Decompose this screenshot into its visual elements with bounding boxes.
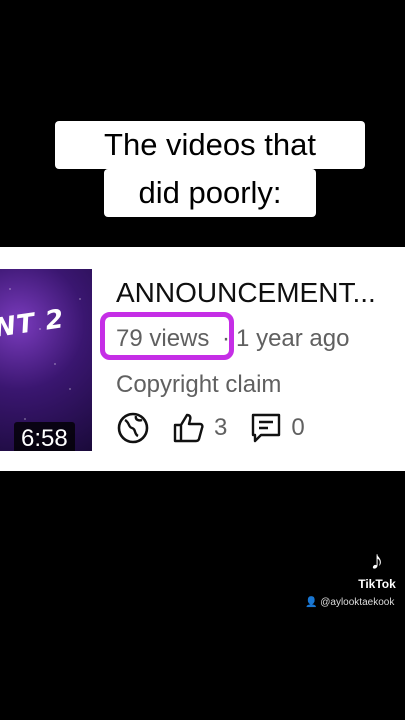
caption-line-1: The videos that [55,121,365,169]
user-icon: 👤 [305,597,318,608]
tiktok-logo-icon: ♪ [370,545,384,575]
video-thumbnail[interactable]: NT 2 6:58 [0,269,92,451]
tiktok-brand: TikTok [358,577,396,591]
creator-handle: 👤 @aylooktaekook [305,597,394,608]
like-count: 3 [214,414,228,441]
video-meta: 79 views · 1 year ago [100,312,350,360]
comment-count: 0 [291,414,305,441]
comment-icon[interactable] [249,411,283,445]
video-title[interactable]: ANNOUNCEMENT... [116,277,400,309]
globe-icon[interactable] [116,411,150,445]
creator-handle-text: @aylooktaekook [320,597,395,608]
thumbs-up-icon[interactable] [172,411,206,445]
views-highlight [100,312,234,360]
duration-badge: 6:58 [14,422,75,451]
video-actions: 3 0 [116,411,327,445]
upload-age: 1 year ago [236,325,350,352]
video-list-item[interactable]: NT 2 6:58 ANNOUNCEMENT... 79 views · 1 ye… [0,247,405,471]
tiktok-watermark: ♪ TikTok [352,545,402,591]
caption-line-2: did poorly: [104,169,316,217]
copyright-status[interactable]: Copyright claim [116,371,281,399]
